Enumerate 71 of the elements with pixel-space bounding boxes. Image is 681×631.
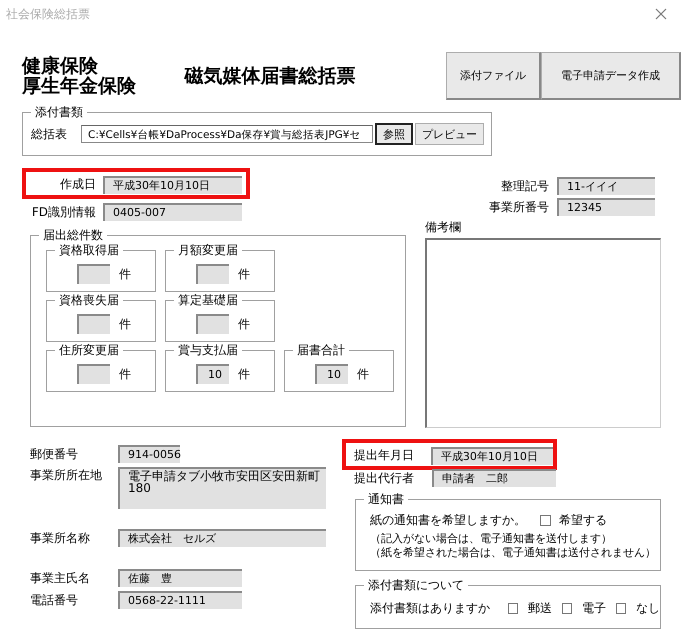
header-button[interactable]: 電子申請データ作成	[541, 52, 681, 100]
group-legend: 月額変更届	[174, 243, 242, 257]
office-number-field[interactable]: 12345	[557, 198, 655, 216]
close-icon[interactable]	[655, 8, 667, 20]
count-field[interactable]	[196, 264, 229, 284]
field-label: 事業所番号	[489, 198, 549, 216]
count-field[interactable]	[77, 314, 110, 334]
unit-label: 件	[238, 316, 250, 332]
unit-label: 件	[119, 266, 131, 282]
agent-field[interactable]: 申請者 二郎	[432, 469, 556, 487]
question-text: 紙の通知書を希望しますか。	[370, 512, 526, 529]
group-legend: 資格取得届	[55, 243, 123, 257]
group-legend: 届出総件数	[39, 228, 107, 242]
checkbox-label: 郵送	[528, 600, 552, 617]
field-label: 事業所所在地	[30, 467, 103, 484]
count-field[interactable]	[77, 364, 110, 384]
field-label: 郵便番号	[30, 446, 79, 462]
group-legend: 通知書	[364, 492, 408, 506]
group-legend: 添付書類について	[364, 578, 468, 592]
count-field[interactable]	[77, 264, 110, 284]
field-label: 提出代行者	[354, 470, 415, 486]
unit-label: 件	[238, 366, 250, 382]
field-label: 備考欄	[425, 219, 462, 236]
remarks-field[interactable]	[425, 238, 661, 428]
checkbox-label: 希望する	[559, 512, 607, 529]
field-label: 事業所名称	[30, 530, 91, 546]
unit-label: 件	[238, 266, 250, 282]
field-label: 作成日	[59, 176, 96, 193]
field-label: 整理記号	[501, 178, 549, 194]
reference-field[interactable]: 11-イイイ	[557, 177, 655, 195]
group-legend: 添付書類	[31, 105, 87, 119]
checkbox[interactable]	[562, 603, 572, 614]
header-button[interactable]: 添付ファイル	[446, 52, 541, 100]
group-legend: 住所変更届	[55, 343, 123, 357]
group-legend: 届書合計	[293, 343, 349, 357]
window-title: 社会保険総括票	[6, 6, 90, 22]
field-label: FD識別情報	[30, 204, 96, 220]
office-name-field[interactable]: 株式会社 セルズ	[118, 529, 326, 547]
field-label: 電話番号	[30, 592, 79, 608]
unit-label: 件	[119, 366, 131, 382]
insurance-title: 健康保険 厚生年金保険	[22, 56, 137, 96]
question-text: 添付書類はありますか	[370, 600, 490, 617]
count-field[interactable]: 10	[315, 364, 348, 384]
owner-field[interactable]: 佐藤 豊	[118, 569, 242, 587]
checkbox[interactable]	[508, 603, 518, 614]
note-text: （記入がない場合は、電子通知書を送付します）	[370, 532, 613, 546]
field-label: 提出年月日	[354, 447, 415, 464]
id-field[interactable]: 0405-007	[103, 203, 242, 221]
group-legend: 賞与支払届	[174, 343, 242, 357]
note-text: （紙を希望された場合は、電子通知書は送付されません）	[370, 546, 657, 560]
date-field[interactable]: 平成30年10月10日	[103, 176, 242, 194]
checkbox-label: 電子	[582, 600, 606, 617]
field-label: 事業主氏名	[30, 570, 91, 586]
count-field[interactable]: 10	[196, 364, 229, 384]
field-label: 総括表	[31, 126, 68, 142]
date-field[interactable]: 平成30年10月10日	[430, 446, 553, 464]
checkbox[interactable]	[540, 515, 551, 526]
group-legend: 資格喪失届	[55, 293, 123, 307]
group-legend: 算定基礎届	[174, 293, 242, 307]
form-button[interactable]: 参照	[375, 123, 413, 145]
unit-label: 件	[119, 316, 131, 332]
count-field[interactable]	[196, 314, 229, 334]
form-title: 磁気媒体届書総括票	[184, 64, 357, 89]
phone-field[interactable]: 0568-22-1111	[118, 591, 242, 609]
path-field[interactable]: C:¥Cells¥台帳¥DaProcess¥Da保存¥賞与総括表JPG¥セ	[81, 125, 373, 143]
postal-field[interactable]: 914-0056	[118, 445, 180, 463]
address-field[interactable]: 電子申請タブ小牧市安田区安田新町 180	[118, 467, 326, 509]
checkbox-label: なし	[636, 600, 660, 617]
unit-label: 件	[357, 366, 369, 382]
checkbox[interactable]	[616, 603, 626, 614]
form-button[interactable]: プレビュー	[415, 123, 484, 145]
